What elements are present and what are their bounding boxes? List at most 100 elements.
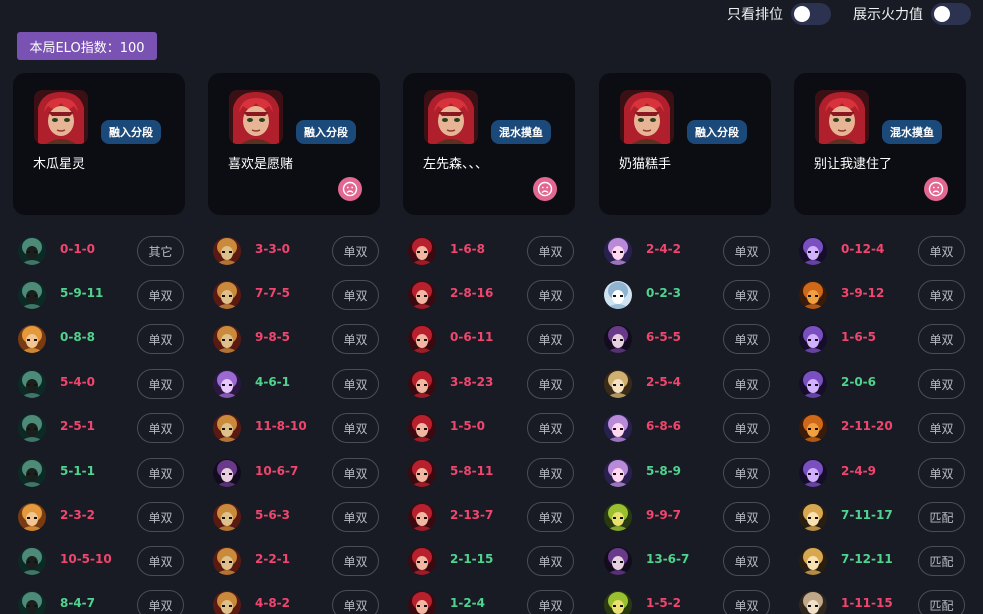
queue-mode-tag[interactable]: 匹配 (918, 546, 965, 576)
match-row[interactable]: 0-2-3 单双 (599, 280, 771, 310)
match-row[interactable]: 2-8-16 单双 (403, 280, 575, 310)
queue-mode-tag[interactable]: 单双 (527, 324, 574, 354)
match-row[interactable]: 8-4-7 单双 (13, 590, 185, 614)
queue-mode-tag[interactable]: 单双 (918, 324, 965, 354)
queue-mode-tag[interactable]: 单双 (332, 502, 379, 532)
match-row[interactable]: 11-8-10 单双 (208, 413, 380, 443)
player-card[interactable]: 混水摸鱼 左先森、、、 (403, 73, 575, 215)
queue-mode-tag[interactable]: 单双 (137, 369, 184, 399)
match-row[interactable]: 6-8-6 单双 (599, 413, 771, 443)
match-row[interactable]: 2-4-9 单双 (794, 458, 966, 488)
queue-mode-tag[interactable]: 单双 (527, 502, 574, 532)
match-row[interactable]: 5-6-3 单双 (208, 502, 380, 532)
queue-mode-tag[interactable]: 单双 (332, 324, 379, 354)
player-card[interactable]: 融入分段 奶猫糕手 (599, 73, 771, 215)
queue-mode-tag[interactable]: 单双 (332, 236, 379, 266)
queue-mode-tag[interactable]: 单双 (332, 369, 379, 399)
match-row[interactable]: 2-0-6 单双 (794, 369, 966, 399)
queue-mode-tag[interactable]: 单双 (723, 280, 770, 310)
queue-mode-tag[interactable]: 其它 (137, 236, 184, 266)
firepower-toggle[interactable] (931, 3, 971, 25)
match-row[interactable]: 3-8-23 单双 (403, 369, 575, 399)
match-row[interactable]: 1-6-5 单双 (794, 324, 966, 354)
queue-mode-tag[interactable]: 单双 (918, 458, 965, 488)
queue-mode-tag[interactable]: 单双 (527, 236, 574, 266)
match-row[interactable]: 0-1-0 其它 (13, 236, 185, 266)
queue-mode-tag[interactable]: 单双 (723, 502, 770, 532)
queue-mode-tag[interactable]: 单双 (527, 546, 574, 576)
match-row[interactable]: 4-8-2 单双 (208, 590, 380, 614)
match-row[interactable]: 2-3-2 单双 (13, 502, 185, 532)
match-row[interactable]: 2-2-1 单双 (208, 546, 380, 576)
match-row[interactable]: 7-12-11 匹配 (794, 546, 966, 576)
queue-mode-tag[interactable]: 单双 (137, 546, 184, 576)
match-row[interactable]: 7-7-5 单双 (208, 280, 380, 310)
queue-mode-tag[interactable]: 单双 (723, 413, 770, 443)
queue-mode-tag[interactable]: 单双 (723, 369, 770, 399)
queue-mode-tag[interactable]: 单双 (332, 546, 379, 576)
queue-mode-tag[interactable]: 单双 (332, 458, 379, 488)
match-row[interactable]: 13-6-7 单双 (599, 546, 771, 576)
queue-mode-tag[interactable]: 单双 (137, 590, 184, 614)
match-row[interactable]: 6-5-5 单双 (599, 324, 771, 354)
queue-mode-tag[interactable]: 匹配 (918, 502, 965, 532)
ranked-only-toggle[interactable] (791, 3, 831, 25)
queue-mode-tag[interactable]: 单双 (918, 236, 965, 266)
match-row[interactable]: 9-9-7 单双 (599, 502, 771, 532)
match-row[interactable]: 2-5-1 单双 (13, 413, 185, 443)
match-row[interactable]: 7-11-17 匹配 (794, 502, 966, 532)
queue-mode-tag[interactable]: 单双 (723, 590, 770, 614)
queue-mode-tag[interactable]: 单双 (723, 458, 770, 488)
queue-mode-tag[interactable]: 单双 (332, 413, 379, 443)
match-row[interactable]: 1-6-8 单双 (403, 236, 575, 266)
match-row[interactable]: 1-5-0 单双 (403, 413, 575, 443)
match-row[interactable]: 1-2-4 单双 (403, 590, 575, 614)
match-row[interactable]: 0-8-8 单双 (13, 324, 185, 354)
queue-mode-tag[interactable]: 单双 (918, 369, 965, 399)
queue-mode-tag[interactable]: 单双 (527, 458, 574, 488)
queue-mode-tag[interactable]: 单双 (527, 280, 574, 310)
match-row[interactable]: 9-8-5 单双 (208, 324, 380, 354)
match-row[interactable]: 2-4-2 单双 (599, 236, 771, 266)
player-card[interactable]: 融入分段 木瓜星灵 (13, 73, 185, 215)
match-row[interactable]: 2-5-4 单双 (599, 369, 771, 399)
match-row[interactable]: 4-6-1 单双 (208, 369, 380, 399)
queue-mode-tag[interactable]: 单双 (137, 458, 184, 488)
match-row[interactable]: 10-5-10 单双 (13, 546, 185, 576)
match-row[interactable]: 5-4-0 单双 (13, 369, 185, 399)
queue-mode-tag[interactable]: 单双 (527, 369, 574, 399)
queue-mode-tag[interactable]: 单双 (137, 502, 184, 532)
match-row[interactable]: 2-1-15 单双 (403, 546, 575, 576)
queue-mode-tag[interactable]: 单双 (137, 413, 184, 443)
queue-mode-tag[interactable]: 单双 (918, 280, 965, 310)
match-row[interactable]: 3-9-12 单双 (794, 280, 966, 310)
sad-face-icon[interactable] (533, 177, 557, 201)
match-row[interactable]: 5-9-11 单双 (13, 280, 185, 310)
match-row[interactable]: 5-8-11 单双 (403, 458, 575, 488)
match-row[interactable]: 0-6-11 单双 (403, 324, 575, 354)
match-row[interactable]: 2-13-7 单双 (403, 502, 575, 532)
player-card[interactable]: 融入分段 喜欢是愿赌 (208, 73, 380, 215)
queue-mode-tag[interactable]: 匹配 (918, 590, 965, 614)
player-card[interactable]: 混水摸鱼 别让我逮住了 (794, 73, 966, 215)
queue-mode-tag[interactable]: 单双 (137, 280, 184, 310)
sad-face-icon[interactable] (924, 177, 948, 201)
match-row[interactable]: 5-1-1 单双 (13, 458, 185, 488)
queue-mode-tag[interactable]: 单双 (332, 280, 379, 310)
match-row[interactable]: 5-8-9 单双 (599, 458, 771, 488)
queue-mode-tag[interactable]: 单双 (723, 324, 770, 354)
queue-mode-tag[interactable]: 单双 (137, 324, 184, 354)
queue-mode-tag[interactable]: 单双 (723, 546, 770, 576)
match-row[interactable]: 2-11-20 单双 (794, 413, 966, 443)
match-row[interactable]: 1-5-2 单双 (599, 590, 771, 614)
match-row[interactable]: 3-3-0 单双 (208, 236, 380, 266)
match-row[interactable]: 1-11-15 匹配 (794, 590, 966, 614)
match-row[interactable]: 0-12-4 单双 (794, 236, 966, 266)
match-row[interactable]: 10-6-7 单双 (208, 458, 380, 488)
sad-face-icon[interactable] (338, 177, 362, 201)
queue-mode-tag[interactable]: 单双 (527, 413, 574, 443)
queue-mode-tag[interactable]: 单双 (527, 590, 574, 614)
queue-mode-tag[interactable]: 单双 (918, 413, 965, 443)
queue-mode-tag[interactable]: 单双 (723, 236, 770, 266)
queue-mode-tag[interactable]: 单双 (332, 590, 379, 614)
